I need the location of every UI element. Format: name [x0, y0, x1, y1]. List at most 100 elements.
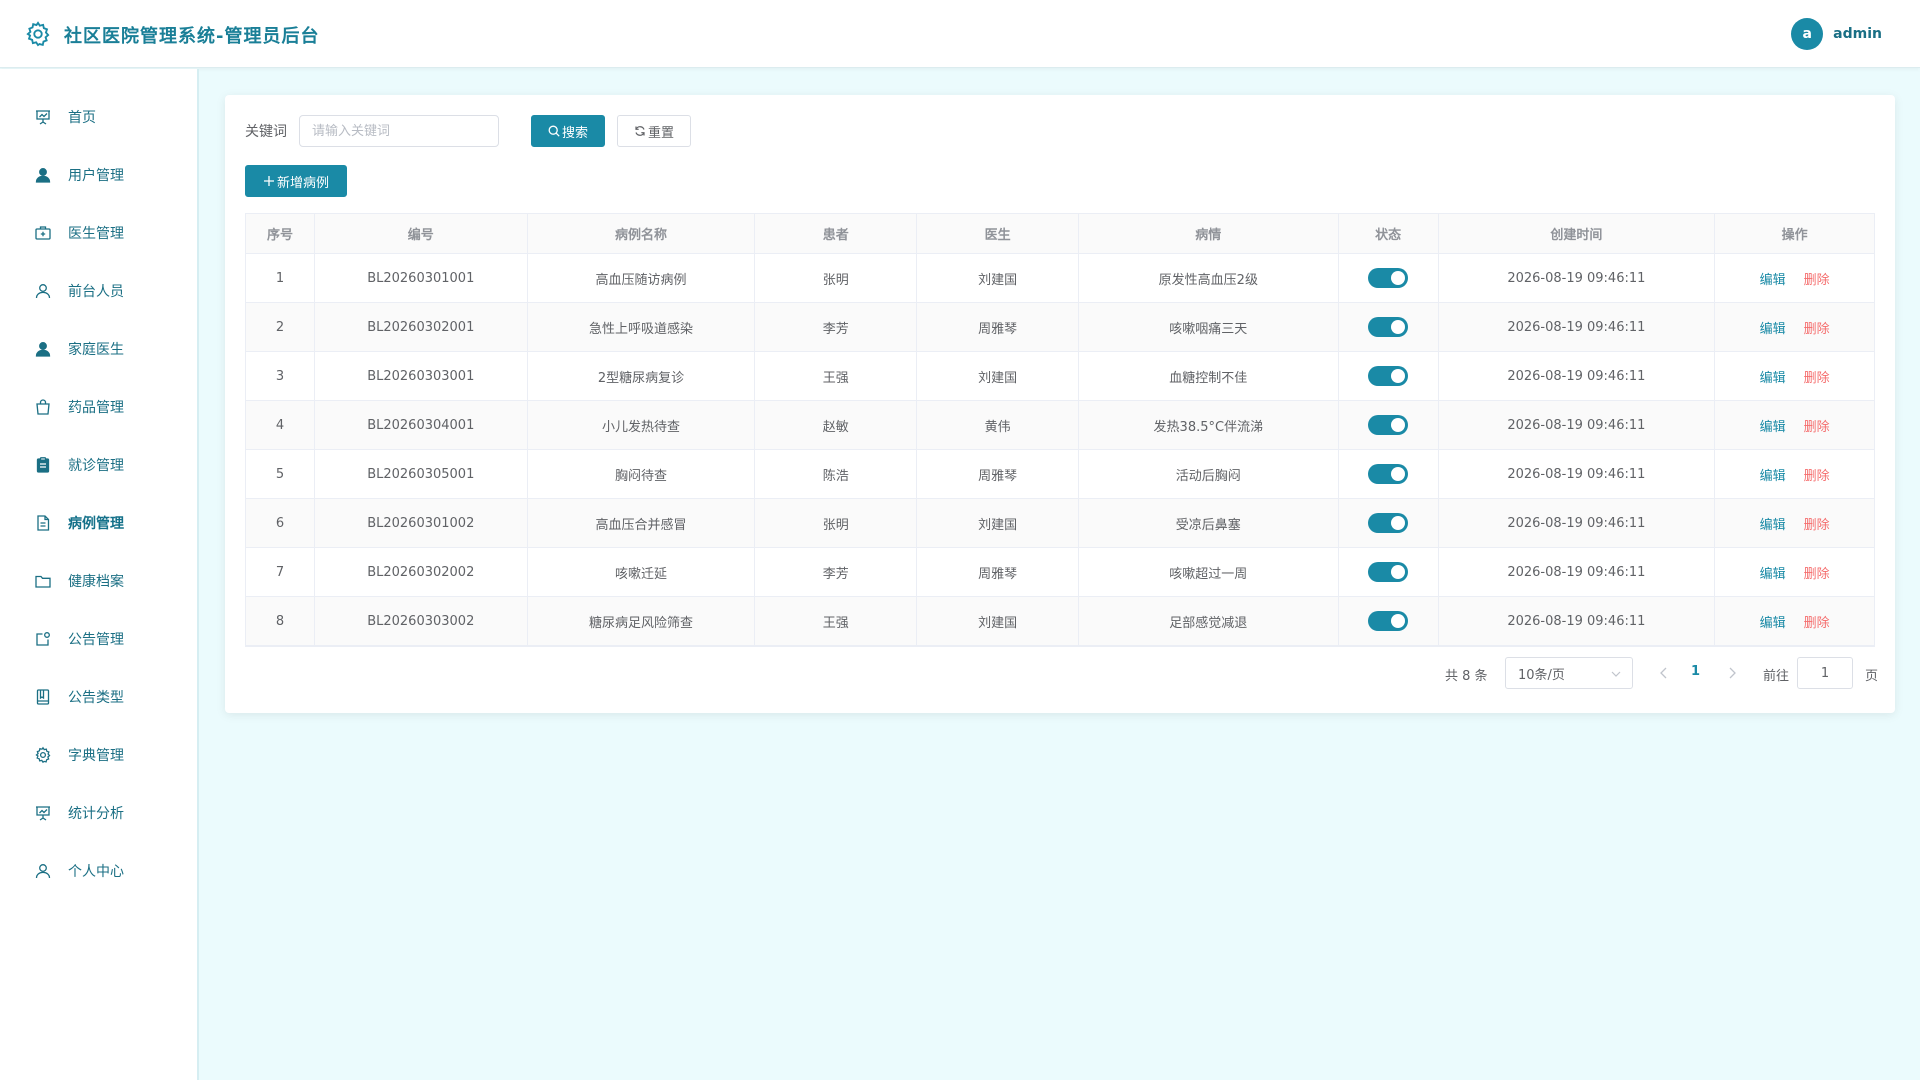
page-number-current[interactable]: 1 [1691, 664, 1700, 679]
table-row: 8 BL20260303002 糖尿病足风险筛查 王强 刘建国 足部感觉减退 2026-08… [246, 597, 1874, 646]
status-toggle[interactable] [1368, 415, 1409, 435]
sidebar-item[interactable]: 健康档案 [0, 559, 197, 603]
keyword-input[interactable] [299, 115, 499, 147]
status-cell [1339, 401, 1439, 449]
table-row: 6 BL20260301002 高血压合并感冒 张明 刘建国 受凉后鼻塞 2026-08-1… [246, 499, 1874, 548]
doctor-name: 黄伟 [917, 401, 1079, 449]
gear-icon [26, 21, 50, 47]
condition-text: 血糖控制不佳 [1079, 352, 1339, 400]
case-code: BL20260302002 [315, 548, 528, 596]
status-cell [1339, 450, 1439, 498]
sidebar-item[interactable]: 个人中心 [0, 849, 197, 893]
sidebar-item[interactable]: 用户管理 [0, 153, 197, 197]
edit-link[interactable]: 编辑 [1760, 514, 1786, 533]
sidebar-item[interactable]: 病例管理 [0, 501, 197, 545]
delete-link[interactable]: 删除 [1804, 269, 1830, 288]
table-row: 2 BL20260302001 急性上呼吸道感染 李芳 周雅琴 咳嗽咽痛三天 2026-08… [246, 303, 1874, 352]
case-name: 高血压随访病例 [528, 254, 756, 302]
sidebar-item-label: 药品管理 [68, 400, 124, 416]
created-time: 2026-08-19 09:46:11 [1439, 352, 1716, 400]
patient-name: 张明 [755, 254, 918, 302]
sidebar-item-label: 病例管理 [68, 516, 124, 532]
doctor-name: 刘建国 [917, 352, 1079, 400]
actions-cell: 编辑 删除 [1715, 352, 1874, 400]
created-time: 2026-08-19 09:46:11 [1439, 254, 1716, 302]
condition-text: 活动后胸闷 [1079, 450, 1339, 498]
sidebar-item[interactable]: 药品管理 [0, 385, 197, 429]
sidebar-item[interactable]: 首页 [0, 95, 197, 139]
edit-link[interactable]: 编辑 [1760, 563, 1786, 582]
edit-link[interactable]: 编辑 [1760, 318, 1786, 337]
patient-name: 王强 [755, 352, 918, 400]
sidebar-item[interactable]: 家庭医生 [0, 327, 197, 371]
user-menu[interactable]: a admin [1791, 18, 1882, 50]
status-toggle[interactable] [1368, 366, 1409, 386]
reset-button[interactable]: 重置 [617, 115, 691, 147]
patient-name: 张明 [755, 499, 918, 547]
delete-link[interactable]: 删除 [1804, 514, 1830, 533]
delete-link[interactable]: 删除 [1804, 318, 1830, 337]
actions-cell: 编辑 删除 [1715, 499, 1874, 547]
sidebar-item-label: 公告类型 [68, 690, 124, 706]
row-index: 6 [246, 499, 315, 547]
plus-icon [263, 176, 274, 186]
add-case-button[interactable]: 新增病例 [245, 165, 347, 197]
status-toggle[interactable] [1368, 611, 1409, 631]
sidebar-item[interactable]: 公告类型 [0, 675, 197, 719]
edit-link[interactable]: 编辑 [1760, 612, 1786, 631]
status-toggle[interactable] [1368, 317, 1409, 337]
delete-link[interactable]: 删除 [1804, 416, 1830, 435]
status-toggle[interactable] [1368, 268, 1409, 288]
add-case-button-label: 新增病例 [276, 175, 329, 191]
edit-link[interactable]: 编辑 [1760, 367, 1786, 386]
case-name: 小儿发热待查 [528, 401, 756, 449]
sidebar-item[interactable]: 公告管理 [0, 617, 197, 661]
page-suffix: 页 [1865, 669, 1879, 684]
sidebar-item-label: 健康档案 [68, 574, 124, 590]
avatar[interactable]: a [1791, 18, 1824, 50]
row-index: 5 [246, 450, 315, 498]
edit-link[interactable]: 编辑 [1760, 416, 1786, 435]
case-code: BL20260304001 [315, 401, 528, 449]
chevron-left-icon[interactable] [1657, 665, 1671, 681]
sidebar-item[interactable]: 统计分析 [0, 791, 197, 835]
edit-link[interactable]: 编辑 [1760, 465, 1786, 484]
status-toggle[interactable] [1368, 513, 1409, 533]
toggle-knob [1391, 369, 1406, 383]
sidebar-item-label: 个人中心 [68, 864, 124, 880]
goto-page-input[interactable] [1797, 657, 1853, 689]
search-button-label: 搜索 [561, 125, 588, 141]
notification-icon [36, 632, 50, 646]
doctor-name: 刘建国 [917, 597, 1079, 645]
sidebar-item[interactable]: 字典管理 [0, 733, 197, 777]
delete-link[interactable]: 删除 [1804, 612, 1830, 631]
page-size-select[interactable]: 10条/页 [1505, 657, 1633, 689]
condition-text: 咳嗽超过一周 [1079, 548, 1339, 596]
status-toggle[interactable] [1368, 464, 1409, 484]
row-index: 4 [246, 401, 315, 449]
patient-name: 王强 [755, 597, 918, 645]
total-count: 共 8 条 [1445, 669, 1488, 684]
sidebar-item[interactable]: 医生管理 [0, 211, 197, 255]
sidebar-item-label: 前台人员 [68, 284, 124, 300]
toggle-knob [1391, 418, 1406, 432]
status-toggle[interactable] [1368, 562, 1409, 582]
folder-icon [35, 575, 51, 588]
search-button[interactable]: 搜索 [531, 115, 605, 147]
shopping-bag-icon [36, 399, 50, 415]
toggle-knob [1391, 614, 1406, 628]
clipboard-icon [36, 457, 50, 473]
case-code: BL20260301002 [315, 499, 528, 547]
sidebar-item[interactable]: 前台人员 [0, 269, 197, 313]
delete-link[interactable]: 删除 [1804, 465, 1830, 484]
delete-link[interactable]: 删除 [1804, 563, 1830, 582]
edit-link[interactable]: 编辑 [1760, 269, 1786, 288]
username[interactable]: admin [1833, 26, 1882, 42]
reset-button-label: 重置 [647, 125, 674, 141]
delete-link[interactable]: 删除 [1804, 367, 1830, 386]
created-time: 2026-08-19 09:46:11 [1439, 303, 1716, 351]
sidebar-item[interactable]: 就诊管理 [0, 443, 197, 487]
chevron-right-icon[interactable] [1725, 665, 1739, 681]
condition-text: 受凉后鼻塞 [1079, 499, 1339, 547]
column-header: 编号 [315, 214, 528, 253]
